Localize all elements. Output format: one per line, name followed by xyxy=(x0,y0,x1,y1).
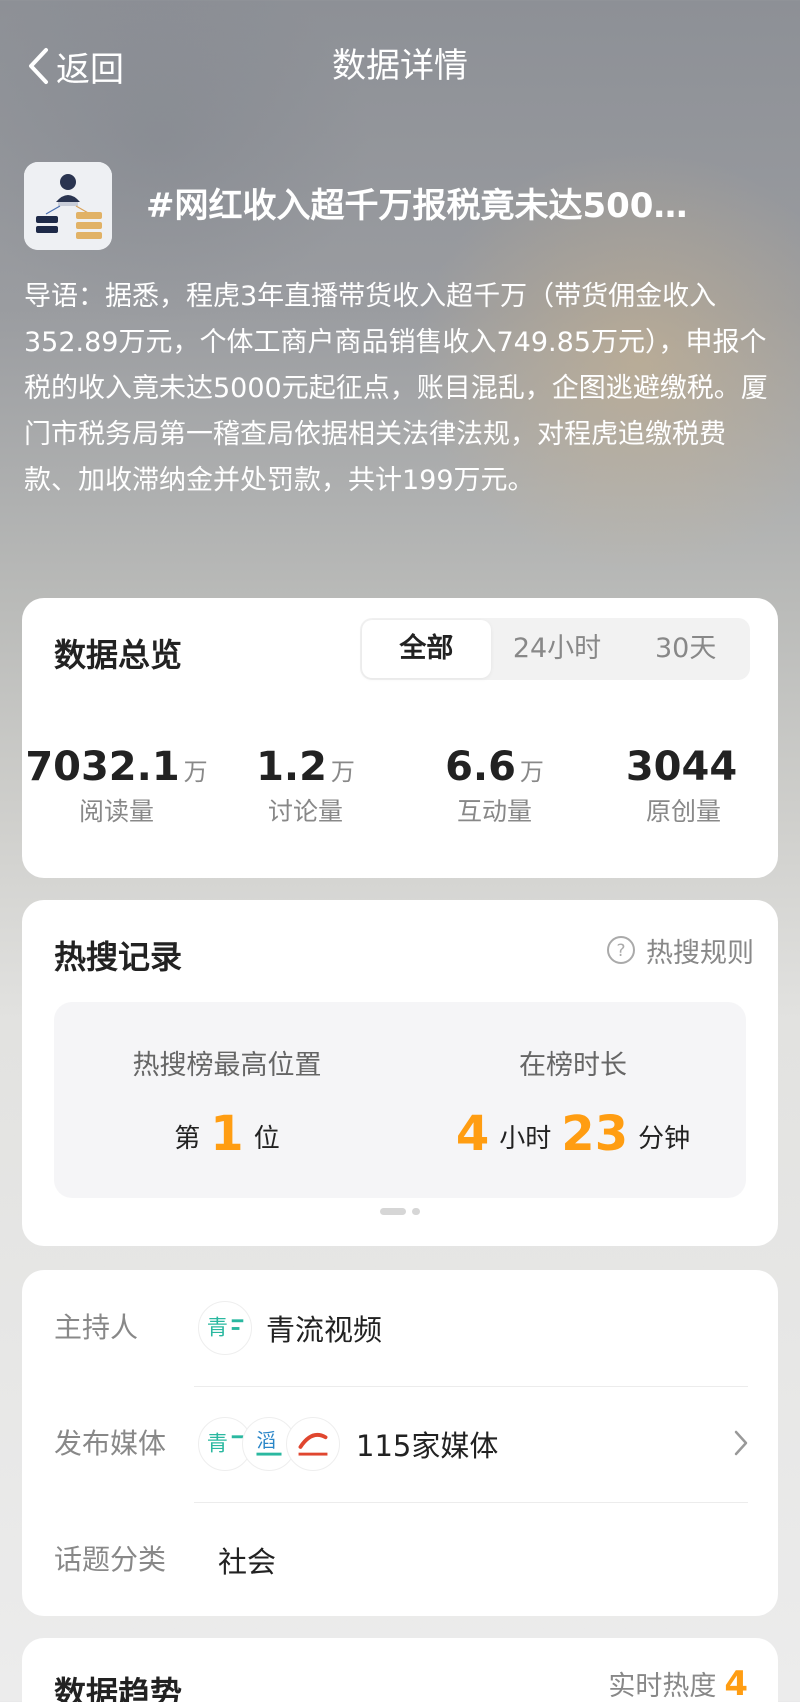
stat-label: 讨论量 xyxy=(267,797,343,826)
rules-label: 热搜规则 xyxy=(646,937,754,969)
news-thumbnail-icon xyxy=(24,162,112,250)
host-row[interactable]: 主持人 青 青流视频 xyxy=(22,1270,778,1386)
topic-info-card: 主持人 青 青流视频 发布媒体 青 滔 115家媒体 话题分类 社会 xyxy=(22,1270,778,1616)
top-nav-bar: 返回 数据详情 xyxy=(0,0,800,136)
carousel-dot xyxy=(412,1208,420,1215)
hot-search-summary: 热搜榜最高位置 第1位 在榜时长 4 小时 23 分钟 xyxy=(54,1002,746,1198)
stat-unit: 万 xyxy=(519,758,544,786)
host-label: 主持人 xyxy=(54,1311,139,1344)
stat-originals: 3044 原创量 xyxy=(589,740,778,840)
publish-media-row[interactable]: 发布媒体 青 滔 115家媒体 xyxy=(22,1386,778,1502)
svg-text:?: ? xyxy=(616,941,625,961)
trend-title: 数据趋势 xyxy=(54,1674,183,1702)
top-position: 热搜榜最高位置 第1位 xyxy=(54,1002,400,1198)
media-label: 发布媒体 xyxy=(54,1427,167,1460)
realtime-heat-value: 4 xyxy=(724,1664,748,1702)
carousel-indicator xyxy=(22,1208,778,1216)
svg-text:滔: 滔 xyxy=(256,1429,275,1452)
chevron-right-icon xyxy=(734,1430,748,1456)
time-range-tabs: 全部 24小时 30天 xyxy=(360,618,750,680)
topic-intro: 导语：据悉，程虎3年直播带货收入超千万（带货佣金收入352.89万元，个体工商户… xyxy=(24,281,768,496)
qingliu-logo-icon: 青 xyxy=(198,1301,252,1355)
tab-30d[interactable]: 30天 xyxy=(621,618,750,680)
tab-24h[interactable]: 24小时 xyxy=(493,618,622,680)
stat-label: 互动量 xyxy=(456,797,532,826)
category-value: 社会 xyxy=(218,1545,277,1579)
hours-unit: 小时 xyxy=(499,1124,552,1154)
host-name: 青流视频 xyxy=(266,1313,383,1347)
rank-prefix: 第 xyxy=(174,1124,201,1154)
stat-value: 3044 xyxy=(625,744,738,790)
top-position-label: 热搜榜最高位置 xyxy=(132,1050,322,1081)
category-label: 话题分类 xyxy=(54,1543,167,1576)
broadcast-media-logo-icon xyxy=(286,1417,340,1471)
data-trend-card: 数据趋势 实时热度 4 xyxy=(22,1638,778,1702)
data-overview-card: 数据总览 全部 24小时 30天 7032.1 万 阅读量 1.2 万 讨论量 6.… xyxy=(22,598,778,878)
hot-search-title: 热搜记录 xyxy=(54,938,183,976)
stat-discussions: 1.2 万 讨论量 xyxy=(211,740,400,840)
stat-label: 阅读量 xyxy=(78,797,154,826)
stat-interactions: 6.6 万 互动量 xyxy=(400,740,589,840)
page-title: 数据详情 xyxy=(332,46,468,86)
question-icon: ? xyxy=(607,936,635,964)
topic-header: #网红收入超千万报税竟未达500… xyxy=(24,162,776,252)
svg-text:青: 青 xyxy=(207,1431,228,1456)
carousel-dot-active xyxy=(380,1208,406,1215)
category-row: 话题分类 社会 xyxy=(22,1502,778,1618)
duration-label: 在榜时长 xyxy=(519,1050,627,1081)
on-list-duration: 在榜时长 4 小时 23 分钟 xyxy=(400,1002,746,1198)
rank-value: 1 xyxy=(210,1106,244,1162)
stat-value: 7032.1 xyxy=(25,744,180,790)
svg-text:青: 青 xyxy=(207,1315,228,1340)
minutes-unit: 分钟 xyxy=(638,1124,691,1154)
stat-unit: 万 xyxy=(330,758,355,786)
stat-label: 原创量 xyxy=(645,797,721,826)
media-count: 115家媒体 xyxy=(356,1429,499,1463)
hot-search-rules-link[interactable]: ? 热搜规则 xyxy=(606,930,754,970)
tab-all[interactable]: 全部 xyxy=(362,620,491,678)
realtime-heat-label: 实时热度 xyxy=(608,1671,717,1702)
hot-search-card: 热搜记录 ? 热搜规则 热搜榜最高位置 第1位 在榜时长 4 小时 23 分钟 xyxy=(22,900,778,1246)
stat-value: 1.2 xyxy=(256,744,327,790)
topic-title: #网红收入超千万报税竟未达500… xyxy=(146,186,688,226)
overview-title: 数据总览 xyxy=(54,636,183,674)
stats-row: 7032.1 万 阅读量 1.2 万 讨论量 6.6 万 互动量 3044 原创量 xyxy=(22,740,778,840)
stat-value: 6.6 xyxy=(445,744,516,790)
stat-unit: 万 xyxy=(183,758,208,786)
stat-reads: 7032.1 万 阅读量 xyxy=(22,740,211,840)
rank-suffix: 位 xyxy=(253,1124,280,1154)
duration-hours: 4 xyxy=(455,1106,490,1162)
duration-minutes: 23 xyxy=(561,1106,629,1162)
realtime-heat[interactable]: 实时热度 4 xyxy=(608,1664,748,1702)
